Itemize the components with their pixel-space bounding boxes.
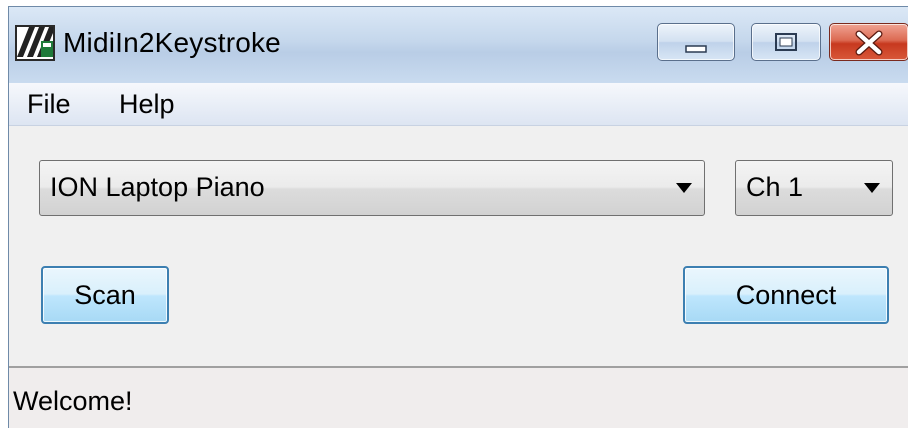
chevron-down-icon <box>864 183 880 193</box>
channel-select[interactable]: Ch 1 <box>735 160 893 216</box>
scan-button[interactable]: Scan <box>41 266 169 324</box>
connect-button[interactable]: Connect <box>683 266 889 324</box>
maximize-button[interactable] <box>751 23 821 61</box>
piano-keys-icon <box>15 23 55 63</box>
channel-value: Ch 1 <box>746 172 804 202</box>
window-title: MidiIn2Keystroke <box>63 27 281 58</box>
close-icon <box>855 30 883 56</box>
midi-device-value: ION Laptop Piano <box>50 172 265 202</box>
close-button[interactable] <box>829 23 908 61</box>
minimize-icon <box>685 45 707 53</box>
title-bar[interactable]: MidiIn2Keystroke <box>9 7 908 83</box>
minimize-button[interactable] <box>657 23 735 61</box>
menu-item-file[interactable]: File <box>27 89 71 120</box>
status-bar: Welcome! <box>9 366 908 428</box>
menu-item-help[interactable]: Help <box>119 89 175 120</box>
menu-bar: File Help <box>9 83 908 126</box>
maximize-icon <box>775 33 797 51</box>
app-window: MidiIn2Keystroke File Help ION Laptop Pi… <box>8 6 908 428</box>
chevron-down-icon <box>676 183 692 193</box>
midi-device-select[interactable]: ION Laptop Piano <box>39 160 705 216</box>
main-panel: ION Laptop Piano Ch 1 Scan Connect <box>9 126 908 366</box>
status-text: Welcome! <box>13 386 133 416</box>
